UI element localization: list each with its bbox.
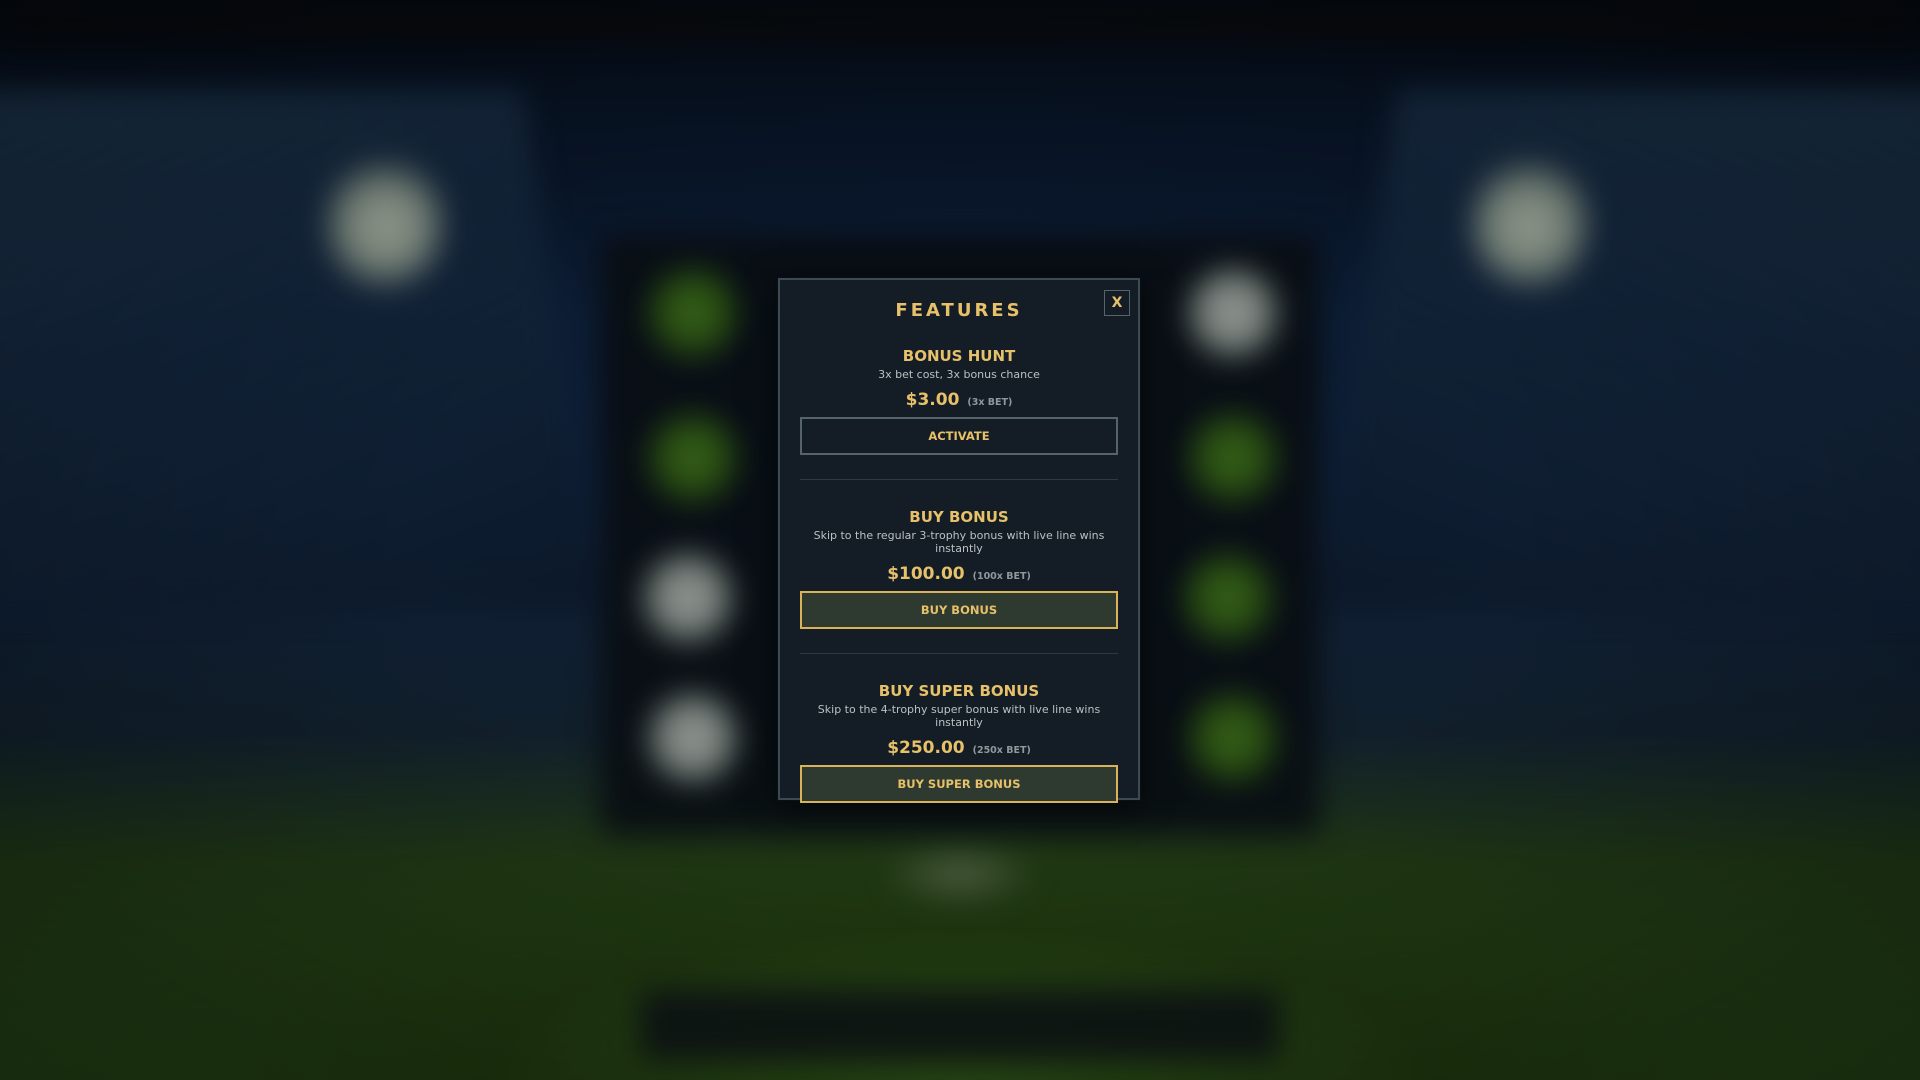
price-row: $3.00 (3x BET): [800, 390, 1118, 410]
feature-bonus-hunt: BONUS HUNT 3x bet cost, 3x bonus chance …: [780, 347, 1138, 455]
feature-description: Skip to the 4-trophy super bonus with li…: [817, 703, 1101, 729]
dialog-title: FEATURES: [895, 300, 1023, 321]
features-dialog: X FEATURES BONUS HUNT 3x bet cost, 3x bo…: [778, 278, 1140, 803]
activate-button[interactable]: ACTIVATE: [800, 417, 1118, 455]
buy-bonus-button[interactable]: BUY BONUS: [800, 591, 1118, 629]
feature-price: $100.00: [887, 564, 965, 584]
feature-multiplier: (100x BET): [972, 571, 1031, 582]
divider: [800, 653, 1118, 654]
close-button[interactable]: X: [1104, 290, 1130, 316]
feature-buy-bonus: BUY BONUS Skip to the regular 3-trophy b…: [780, 508, 1138, 629]
feature-buy-super-bonus: BUY SUPER BONUS Skip to the 4-trophy sup…: [780, 682, 1138, 803]
buy-super-bonus-button[interactable]: BUY SUPER BONUS: [800, 765, 1118, 803]
price-row: $250.00 (250x BET): [800, 738, 1118, 758]
feature-name: BUY BONUS: [909, 508, 1009, 526]
feature-multiplier: (250x BET): [972, 745, 1031, 756]
divider: [800, 479, 1118, 480]
feature-price: $3.00: [905, 390, 960, 410]
feature-description: 3x bet cost, 3x bonus chance: [878, 368, 1040, 381]
price-row: $100.00 (100x BET): [800, 564, 1118, 584]
feature-multiplier: (3x BET): [967, 397, 1013, 408]
feature-description: Skip to the regular 3-trophy bonus with …: [813, 529, 1105, 555]
feature-name: BUY SUPER BONUS: [878, 682, 1040, 700]
feature-price: $250.00: [887, 738, 965, 758]
feature-name: BONUS HUNT: [902, 347, 1016, 365]
